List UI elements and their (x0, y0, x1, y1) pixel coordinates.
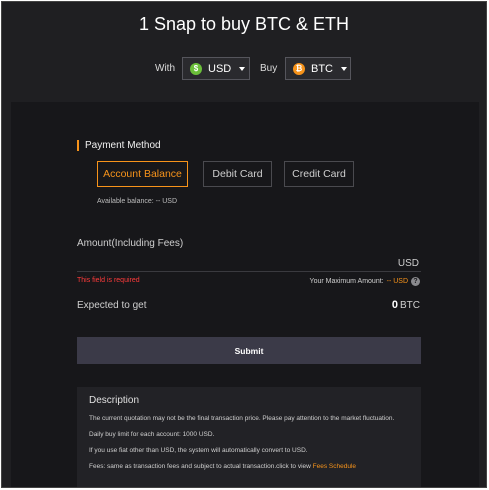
buy-panel: Payment Method Account Balance Debit Car… (11, 102, 479, 487)
help-icon[interactable]: ? (411, 277, 420, 286)
fiat-select[interactable]: $ USD (182, 57, 250, 80)
amount-label: Amount(Including Fees) (77, 238, 184, 249)
crypto-select[interactable]: ₿ BTC (285, 57, 351, 80)
expected-label: Expected to get (77, 300, 147, 311)
fees-paragraph: Fees: same as transaction fees and subje… (89, 462, 409, 471)
page-title: 1 Snap to buy BTC & ETH (138, 14, 350, 34)
chevron-down-icon (239, 66, 246, 71)
method-debit-card[interactable]: Debit Card (203, 161, 272, 187)
description-box: Description The current quotation may no… (77, 387, 421, 487)
chevron-down-icon (341, 66, 347, 71)
currency-selector-row: With $ USD Buy ₿ BTC (2, 57, 486, 81)
expected-value: 0 BTC (392, 299, 420, 311)
fees-text: Fees: same as transaction fees and subje… (89, 463, 311, 470)
payment-method-title: Payment Method (77, 140, 161, 151)
fees-schedule-link[interactable]: Fees Schedule (313, 463, 356, 470)
method-credit-card[interactable]: Credit Card (284, 161, 354, 187)
max-amount-value: -- USD (386, 278, 408, 285)
max-amount-label: Your Maximum Amount: (309, 278, 384, 285)
crypto-select-value: BTC (311, 62, 333, 75)
amount-input[interactable] (77, 252, 421, 272)
with-label: With (155, 63, 175, 74)
available-balance: Available balance: -- USD (97, 198, 178, 205)
description-paragraph: Daily buy limit for each account: 1000 U… (89, 431, 215, 438)
usd-coin-icon: $ (190, 62, 202, 75)
method-account-balance[interactable]: Account Balance (97, 161, 188, 187)
expected-unit: BTC (400, 300, 420, 311)
app-frame: 1 Snap to buy BTC & ETH With $ USD Buy ₿… (1, 1, 487, 488)
amount-error: This field is required (77, 277, 140, 284)
buy-label: Buy (260, 63, 278, 74)
expected-amount: 0 (391, 299, 398, 311)
submit-button[interactable]: Submit (77, 337, 421, 364)
max-amount: Your Maximum Amount: -- USD ? (310, 277, 420, 286)
description-paragraph: The current quotation may not be the fin… (89, 415, 395, 422)
amount-unit: USD (397, 258, 419, 269)
description-paragraph: If you use fiat other than USD, the syst… (89, 447, 308, 454)
description-title: Description (89, 395, 140, 406)
fiat-select-value: USD (208, 62, 232, 75)
btc-coin-icon: ₿ (293, 62, 305, 75)
